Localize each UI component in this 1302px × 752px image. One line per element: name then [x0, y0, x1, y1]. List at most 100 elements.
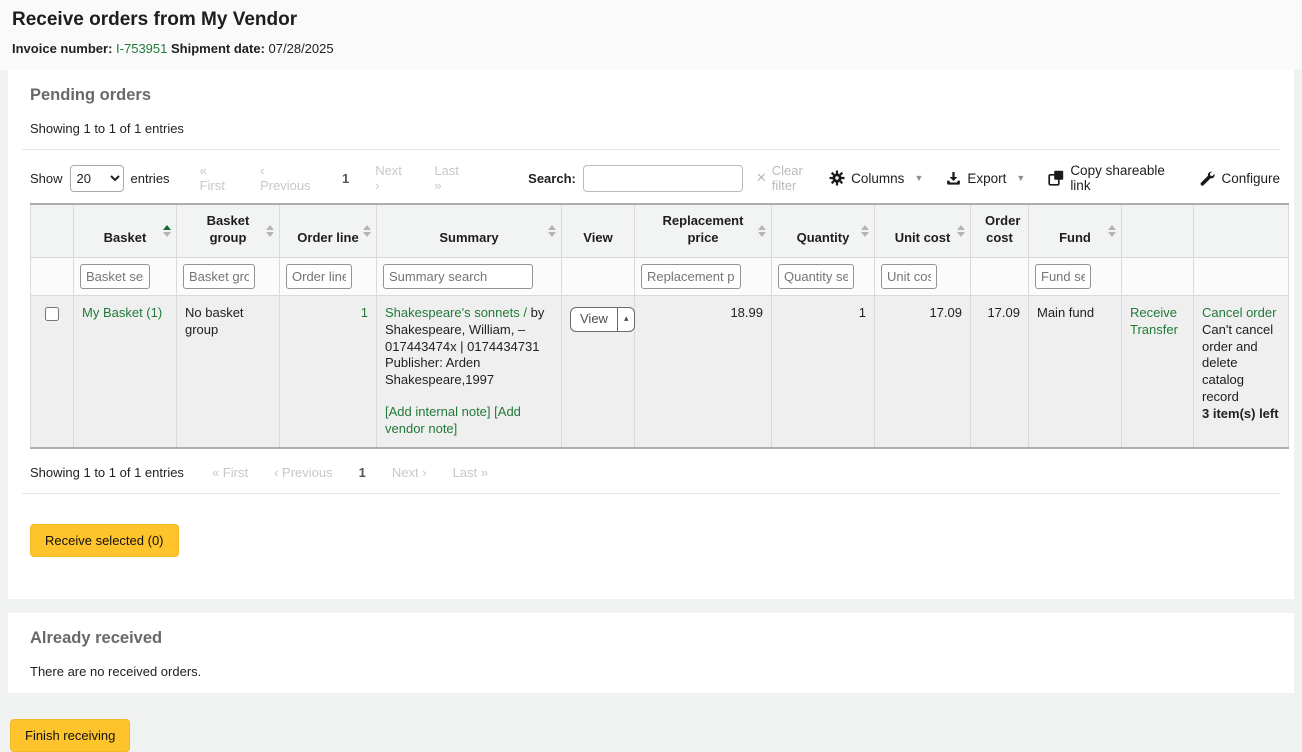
search-control: Search:	[528, 165, 743, 192]
header-order-cost: Order cost	[971, 204, 1029, 257]
export-button[interactable]: Export ▼	[946, 171, 1025, 186]
configure-button[interactable]: Configure	[1200, 171, 1280, 186]
header-actions	[1122, 204, 1194, 257]
header-unit-cost[interactable]: Unit cost	[875, 204, 971, 257]
clear-filter-button[interactable]: ✕ Clear filter	[756, 163, 829, 193]
quantity-filter-input[interactable]	[778, 264, 854, 289]
header-fund[interactable]: Fund	[1029, 204, 1122, 257]
receive-selected-button[interactable]: Receive selected (0)	[30, 524, 179, 557]
invoice-number-link[interactable]: I-753951	[116, 41, 167, 56]
order-line-link[interactable]: 1	[361, 305, 368, 320]
basket-group-filter-input[interactable]	[183, 264, 255, 289]
fund-filter-input[interactable]	[1035, 264, 1091, 289]
basket-link[interactable]: My Basket (1)	[82, 305, 162, 320]
already-received-heading: Already received	[30, 629, 1280, 648]
order-line-cell: 1	[280, 295, 377, 448]
chevron-right-icon: ›	[375, 178, 379, 193]
table-controls: Show 20 entries « First ‹ Previous 1 Nex…	[30, 163, 1280, 193]
sort-icon	[861, 225, 869, 237]
previous-page-button[interactable]: ‹ Previous	[260, 163, 316, 193]
pending-orders-panel: Pending orders Showing 1 to 1 of 1 entri…	[8, 70, 1294, 599]
chevron-right-icon: ›	[422, 465, 426, 480]
header-basket-group[interactable]: Basket group	[177, 204, 280, 257]
entries-label: entries	[131, 171, 170, 186]
row-checkbox[interactable]	[45, 307, 59, 321]
search-label: Search:	[528, 171, 576, 186]
show-label: Show	[30, 171, 63, 186]
filter-order-line-cell	[280, 257, 377, 295]
basket-filter-input[interactable]	[80, 264, 150, 289]
finish-receiving-button[interactable]: Finish receiving	[10, 719, 130, 752]
shipment-date-label: Shipment date:	[171, 41, 265, 56]
sort-icon	[1108, 225, 1116, 237]
chevrons-right-icon: »	[481, 465, 488, 480]
chevron-left-icon: ‹	[260, 163, 264, 178]
download-icon	[946, 171, 961, 186]
row-select-cell	[31, 295, 74, 448]
close-icon: ✕	[756, 170, 767, 186]
chevron-down-icon: ▼	[1016, 173, 1025, 183]
sort-icon	[266, 225, 274, 237]
already-received-panel: Already received There are no received o…	[8, 613, 1294, 693]
chevron-down-icon: ▼	[914, 173, 923, 183]
sort-icon	[957, 225, 965, 237]
header-order-line[interactable]: Order line	[280, 204, 377, 257]
header-view: View	[562, 204, 635, 257]
table-footer: Showing 1 to 1 of 1 entries « First ‹ Pr…	[30, 465, 1280, 480]
last-page-button[interactable]: Last »	[453, 465, 488, 480]
header-summary[interactable]: Summary	[377, 204, 562, 257]
divider	[22, 149, 1280, 150]
transfer-link[interactable]: Transfer	[1130, 322, 1185, 339]
page-title: Receive orders from My Vendor	[12, 9, 1290, 31]
page-size-control: Show 20 entries	[30, 165, 170, 192]
cancel-order-link[interactable]: Cancel order	[1202, 305, 1280, 322]
invoice-number-label: Invoice number:	[12, 41, 112, 56]
chevron-up-icon[interactable]: ▴	[617, 308, 635, 331]
first-page-button[interactable]: « First	[212, 465, 248, 480]
summary-cell: Shakespeare's sonnets / by Shakespeare, …	[377, 295, 562, 448]
page-footer: Finish receiving	[0, 693, 1302, 752]
header-basket[interactable]: Basket	[74, 204, 177, 257]
filter-empty	[562, 257, 635, 295]
title-link[interactable]: Shakespeare's sonnets /	[385, 305, 527, 320]
search-input[interactable]	[583, 165, 743, 192]
replacement-price-filter-input[interactable]	[641, 264, 741, 289]
entries-info-top: Showing 1 to 1 of 1 entries	[30, 121, 1280, 136]
previous-page-button[interactable]: ‹ Previous	[274, 465, 333, 480]
chevron-left-icon: ‹	[274, 465, 278, 480]
page-header: Receive orders from My Vendor Invoice nu…	[0, 0, 1302, 70]
divider	[22, 493, 1280, 494]
receive-link[interactable]: Receive	[1130, 305, 1185, 322]
order-line-filter-input[interactable]	[286, 264, 352, 289]
header-checkbox-column	[31, 204, 74, 257]
fund-cell: Main fund	[1029, 295, 1122, 448]
columns-button[interactable]: Columns ▼	[829, 170, 923, 186]
filter-basket-group-cell	[177, 257, 280, 295]
copy-shareable-link-button[interactable]: Copy shareable link	[1048, 163, 1177, 193]
current-page-number[interactable]: 1	[359, 465, 366, 480]
unit-cost-cell: 17.09	[875, 295, 971, 448]
no-received-orders-message: There are no received orders.	[30, 664, 1280, 679]
header-replacement-price[interactable]: Replacement price	[635, 204, 772, 257]
chevrons-left-icon: «	[212, 465, 219, 480]
first-page-button[interactable]: « First	[200, 163, 235, 193]
next-page-button[interactable]: Next ›	[375, 163, 408, 193]
unit-cost-filter-input[interactable]	[881, 264, 937, 289]
cancel-note: Can't cancel order and delete catalog re…	[1202, 322, 1273, 405]
chevrons-left-icon: «	[200, 163, 207, 178]
page-size-select[interactable]: 20	[70, 165, 124, 192]
next-page-button[interactable]: Next ›	[392, 465, 427, 480]
view-split-button[interactable]: View ▴	[570, 307, 635, 332]
filter-empty	[1194, 257, 1289, 295]
shipment-date-value: 07/28/2025	[269, 41, 334, 56]
copy-icon	[1048, 170, 1064, 186]
replacement-price-cell: 18.99	[635, 295, 772, 448]
invoice-line: Invoice number: I-753951 Shipment date: …	[12, 41, 1290, 56]
current-page-number[interactable]: 1	[342, 171, 349, 186]
summary-filter-input[interactable]	[383, 264, 533, 289]
wrench-icon	[1200, 171, 1215, 186]
header-quantity[interactable]: Quantity	[772, 204, 875, 257]
add-internal-note-link[interactable]: [Add internal note]	[385, 404, 491, 419]
last-page-button[interactable]: Last »	[434, 163, 468, 193]
filter-empty	[1122, 257, 1194, 295]
